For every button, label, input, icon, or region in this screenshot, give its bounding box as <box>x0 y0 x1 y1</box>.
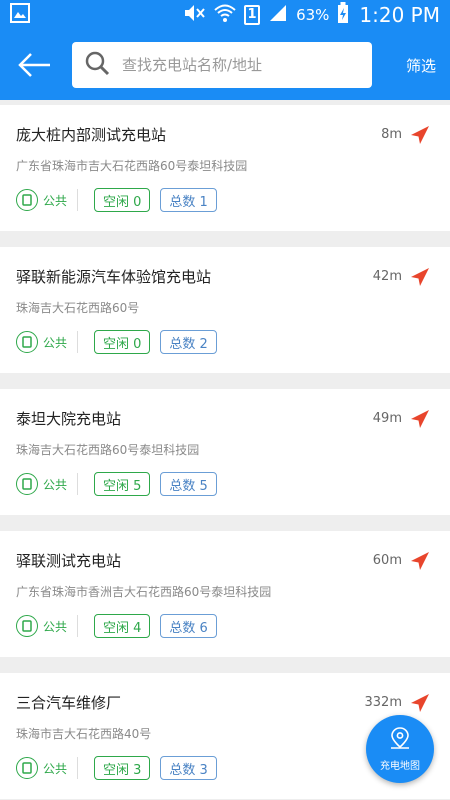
total-count-badge: 总数 1 <box>160 188 217 212</box>
filter-button[interactable]: 筛选 <box>404 51 438 80</box>
free-count-badge: 空闲 3 <box>94 756 151 780</box>
wifi-icon <box>214 3 236 27</box>
map-pin-icon <box>389 726 411 754</box>
public-tag: 公共 <box>16 615 79 637</box>
station-name: 泰坦大院充电站 <box>16 410 122 428</box>
station-address: 广东省珠海市吉大石花西路60号泰坦科技园 <box>16 159 248 173</box>
navigate-icon[interactable] <box>410 693 430 713</box>
charger-icon <box>16 189 38 211</box>
free-count-badge: 空闲 5 <box>94 472 151 496</box>
station-card[interactable]: 驿联新能源汽车体验馆充电站 42m 珠海吉大石花西路60号 公共 空闲 0 总数… <box>0 247 450 373</box>
navigate-icon[interactable] <box>410 551 430 571</box>
back-arrow-icon <box>18 53 50 77</box>
navigate-icon[interactable] <box>410 125 430 145</box>
station-card[interactable]: 泰坦大院充电站 49m 珠海吉大石花西路60号泰坦科技园 公共 空闲 5 总数 … <box>0 389 450 515</box>
charging-map-button[interactable]: 充电地图 <box>366 715 434 783</box>
station-name: 庞大桩内部测试充电站 <box>16 126 167 144</box>
public-tag: 公共 <box>16 473 79 495</box>
station-distance: 332m <box>364 695 402 710</box>
charger-icon <box>16 331 38 353</box>
app-header: 筛选 <box>0 30 450 100</box>
search-input[interactable] <box>122 56 360 74</box>
navigate-icon[interactable] <box>410 267 430 287</box>
station-address: 珠海吉大石花西路60号泰坦科技园 <box>16 443 200 457</box>
back-button[interactable] <box>14 44 56 86</box>
free-count-badge: 空闲 0 <box>94 188 151 212</box>
station-list: 庞大桩内部测试充电站 8m 广东省珠海市吉大石花西路60号泰坦科技园 公共 空闲… <box>0 100 450 799</box>
mute-icon <box>182 3 206 27</box>
public-label: 公共 <box>43 619 68 634</box>
public-label: 公共 <box>43 761 68 776</box>
public-label: 公共 <box>43 193 68 208</box>
station-address: 广东省珠海市香洲吉大石花西路60号泰坦科技园 <box>16 585 272 599</box>
station-address: 珠海吉大石花西路60号 <box>16 301 140 315</box>
public-tag: 公共 <box>16 331 79 353</box>
clock: 1:20 PM <box>359 3 440 27</box>
total-count-badge: 总数 6 <box>160 614 217 638</box>
station-name: 驿联新能源汽车体验馆充电站 <box>16 268 212 286</box>
public-label: 公共 <box>43 335 68 350</box>
station-distance: 42m <box>372 269 402 284</box>
public-label: 公共 <box>43 477 68 492</box>
public-tag: 公共 <box>16 757 79 779</box>
charger-icon <box>16 615 38 637</box>
battery-charging-icon <box>337 2 349 28</box>
station-name: 三合汽车维修厂 <box>16 694 122 712</box>
gallery-notification-icon <box>10 3 30 27</box>
free-count-badge: 空闲 0 <box>94 330 151 354</box>
free-count-badge: 空闲 4 <box>94 614 151 638</box>
signal-icon <box>268 3 288 27</box>
station-distance: 60m <box>372 553 402 568</box>
search-icon <box>84 50 110 80</box>
battery-percent: 63% <box>296 6 330 24</box>
total-count-badge: 总数 5 <box>160 472 217 496</box>
station-distance: 49m <box>372 411 402 426</box>
navigate-icon[interactable] <box>410 409 430 429</box>
total-count-badge: 总数 3 <box>160 756 217 780</box>
public-tag: 公共 <box>16 189 79 211</box>
station-name: 驿联测试充电站 <box>16 552 122 570</box>
charger-icon <box>16 473 38 495</box>
station-card[interactable]: 庞大桩内部测试充电站 8m 广东省珠海市吉大石花西路60号泰坦科技园 公共 空闲… <box>0 105 450 231</box>
search-box[interactable] <box>72 42 372 88</box>
sim-card-icon: 1 <box>244 5 261 25</box>
station-card[interactable]: 驿联测试充电站 60m 广东省珠海市香洲吉大石花西路60号泰坦科技园 公共 空闲… <box>0 531 450 657</box>
charging-map-label: 充电地图 <box>380 761 420 772</box>
station-distance: 8m <box>381 127 402 142</box>
total-count-badge: 总数 2 <box>160 330 217 354</box>
status-bar: 1 63% 1:20 PM <box>0 0 450 30</box>
charger-icon <box>16 757 38 779</box>
